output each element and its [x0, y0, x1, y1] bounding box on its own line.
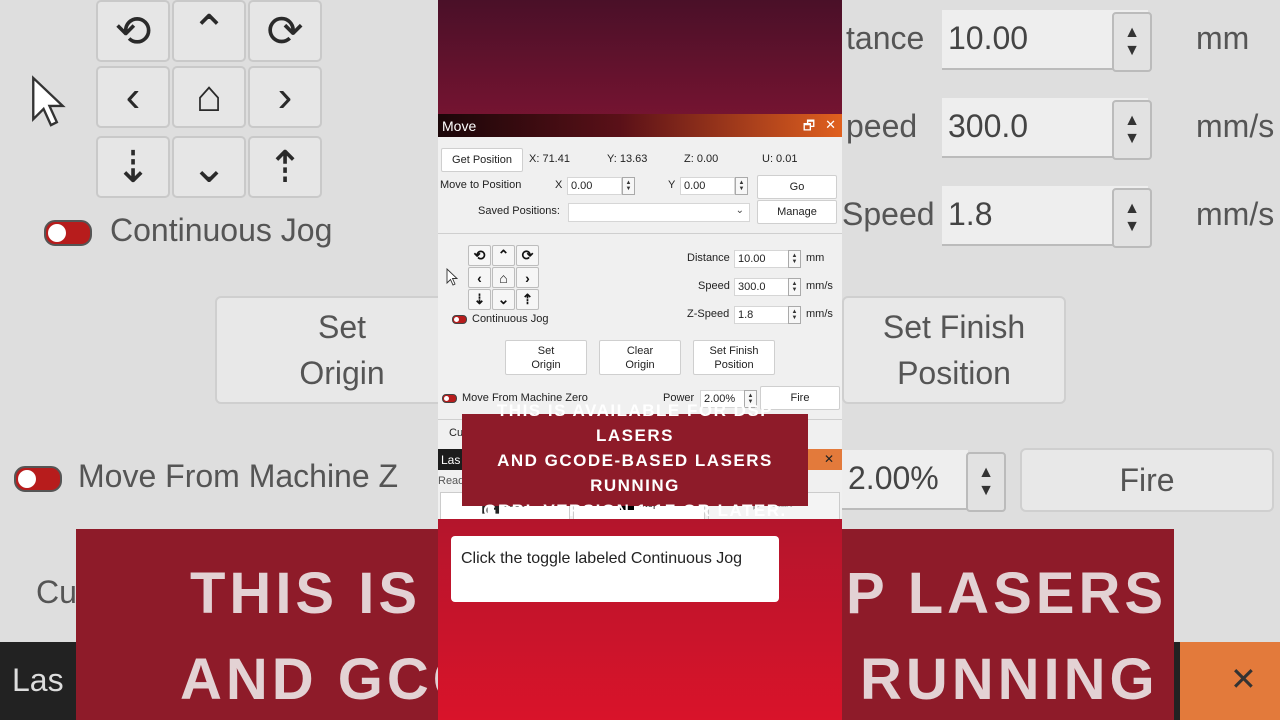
- bg-up-dotted-icon: ⇡: [248, 136, 322, 198]
- cut-tab-fragment[interactable]: Cu: [449, 427, 463, 439]
- jog-up-dotted-icon[interactable]: ⇡: [516, 289, 539, 310]
- jog-left-icon[interactable]: ‹: [468, 267, 491, 288]
- bg-speed-label: peed: [846, 108, 918, 144]
- bg-power-spin-icon: ▲ ▼: [966, 452, 1006, 512]
- bg-set-finish-line2: Position: [897, 355, 1011, 391]
- laser-close-icon[interactable]: ✕: [824, 452, 834, 466]
- bg-distance-label: tance: [846, 20, 925, 56]
- move-y-input[interactable]: 0.00: [680, 177, 735, 195]
- go-button[interactable]: Go: [757, 175, 837, 199]
- restore-icon[interactable]: 🗗: [803, 117, 815, 139]
- bg-speed-unit: mm/s: [1196, 108, 1275, 144]
- cursor-icon: [446, 268, 458, 286]
- jog-home-icon[interactable]: ⌂: [492, 267, 515, 288]
- bg-rotate-left-icon: ⟲: [96, 0, 170, 62]
- laser-tab-fragment: Las: [441, 453, 461, 467]
- bg-rotate-right-icon: ⟳: [248, 0, 322, 62]
- bg-zspeed-spin-icon: ▲ ▼: [1112, 188, 1152, 248]
- get-position-button[interactable]: Get Position: [441, 148, 523, 172]
- position-z: Z: 0.00: [684, 153, 719, 165]
- set-origin-button[interactable]: Set Origin: [505, 340, 587, 375]
- move-y-label: Y: [668, 179, 676, 191]
- bg-left-icon: ‹: [96, 66, 170, 128]
- bg-continuous-jog-toggle: [44, 220, 92, 246]
- move-x-input[interactable]: 0.00: [567, 177, 622, 195]
- jog-rotate-left-icon[interactable]: ⟲: [468, 245, 491, 266]
- bg-speed-spin-icon: ▲ ▼: [1112, 100, 1152, 160]
- bg-set-origin: Set Origin: [215, 296, 469, 404]
- distance-label: Distance: [687, 252, 730, 264]
- continuous-jog-toggle[interactable]: [452, 315, 467, 324]
- move-x-spin-icon[interactable]: ▲ ▼: [622, 177, 635, 195]
- move-titlebar: Move 🗗 ✕: [438, 114, 842, 137]
- speed-input[interactable]: 300.0: [734, 278, 789, 296]
- divider: [438, 233, 842, 234]
- set-finish-position-button[interactable]: Set Finish Position: [693, 340, 775, 375]
- jog-rotate-right-icon[interactable]: ⟳: [516, 245, 539, 266]
- bg-set-finish: Set Finish Position: [842, 296, 1066, 404]
- info-banner: THIS IS AVAILABLE FOR DSP LASERS AND GCO…: [462, 401, 808, 520]
- zspeed-spin-icon[interactable]: ▲ ▼: [788, 306, 801, 324]
- speed-label: Speed: [698, 280, 730, 292]
- bg-power-input: 2.00%: [842, 450, 968, 510]
- bg-set-origin-line2: Origin: [299, 355, 385, 391]
- distance-spin-icon[interactable]: ▲ ▼: [788, 250, 801, 268]
- move-to-position-label: Move to Position: [440, 179, 522, 191]
- bg-banner-l2-right: RUNNING: [860, 647, 1159, 712]
- clear-origin-button[interactable]: Clear Origin: [599, 340, 681, 375]
- distance-input[interactable]: 10.00: [734, 250, 789, 268]
- bg-down-icon: ⌄: [172, 136, 246, 198]
- continuous-jog-label: Continuous Jog: [472, 313, 549, 325]
- bg-zspeed-label: Speed: [842, 196, 935, 232]
- bg-close-icon: ✕: [1230, 661, 1257, 697]
- bg-cursor-icon: [32, 75, 66, 127]
- bg-distance-spin-icon: ▲ ▼: [1112, 12, 1152, 72]
- bg-laser-fragment: Las: [12, 662, 64, 698]
- move-y-spin-icon[interactable]: ▲ ▼: [735, 177, 748, 195]
- close-icon[interactable]: ✕: [825, 117, 836, 139]
- instruction-caption: Click the toggle labeled Continuous Jog: [451, 536, 779, 602]
- jog-down-dotted-icon[interactable]: ⇣: [468, 289, 491, 310]
- saved-positions-label: Saved Positions:: [478, 205, 560, 217]
- bg-distance-unit: mm: [1196, 20, 1250, 56]
- jog-right-icon[interactable]: ›: [516, 267, 539, 288]
- move-x-label: X: [555, 179, 563, 191]
- speed-unit: mm/s: [806, 280, 833, 292]
- bg-right-icon: ›: [248, 66, 322, 128]
- bg-cut-fragment: Cu: [36, 574, 77, 610]
- bg-machine-zero-toggle: [14, 466, 62, 492]
- ready-status: Read: [438, 475, 465, 487]
- manage-button[interactable]: Manage: [757, 200, 837, 224]
- jog-up-icon[interactable]: ⌃: [492, 245, 515, 266]
- position-x: X: 71.41: [529, 153, 570, 165]
- bg-banner-l1-right: P LASERS: [846, 561, 1168, 626]
- machine-zero-toggle[interactable]: [442, 394, 457, 403]
- window-title: Move: [442, 117, 477, 134]
- bg-down-dotted-icon: ⇣: [96, 136, 170, 198]
- bg-up-icon: ⌃: [172, 0, 246, 62]
- jog-down-icon[interactable]: ⌄: [492, 289, 515, 310]
- position-y: Y: 13.63: [607, 153, 648, 165]
- zspeed-input[interactable]: 1.8: [734, 306, 789, 324]
- bg-machine-zero-label: Move From Machine Z: [78, 458, 399, 494]
- speed-spin-icon[interactable]: ▲ ▼: [788, 278, 801, 296]
- bg-set-finish-line1: Set Finish: [882, 309, 1026, 345]
- chevron-down-icon: ⌄: [735, 205, 744, 216]
- bg-fire-button: Fire: [1020, 448, 1274, 512]
- bg-set-origin-line1: Set: [317, 309, 367, 345]
- distance-unit: mm: [806, 252, 825, 264]
- bg-continuous-jog-label: Continuous Jog: [110, 212, 333, 248]
- saved-positions-select[interactable]: ⌄: [568, 203, 750, 222]
- position-u: U: 0.01: [762, 153, 798, 165]
- zspeed-label: Z-Speed: [687, 308, 730, 320]
- bg-zspeed-unit: mm/s: [1196, 196, 1275, 232]
- bg-home-icon: ⌂: [172, 66, 246, 128]
- zspeed-unit: mm/s: [806, 308, 833, 320]
